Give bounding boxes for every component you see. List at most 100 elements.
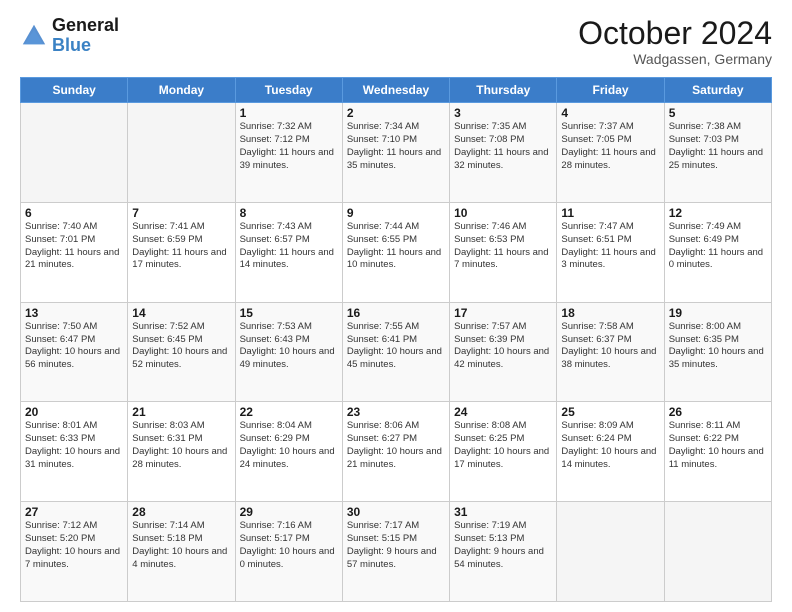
day-info: Sunrise: 7:19 AMSunset: 5:13 PMDaylight:… (454, 520, 552, 571)
day-info: Sunrise: 8:03 AMSunset: 6:31 PMDaylight:… (132, 420, 230, 471)
calendar-cell: 1Sunrise: 7:32 AMSunset: 7:12 PMDaylight… (235, 103, 342, 203)
day-info: Sunrise: 7:41 AMSunset: 6:59 PMDaylight:… (132, 221, 230, 272)
day-number: 26 (669, 405, 767, 419)
calendar-cell: 21Sunrise: 8:03 AMSunset: 6:31 PMDayligh… (128, 402, 235, 502)
day-number: 13 (25, 306, 123, 320)
day-info: Sunrise: 8:11 AMSunset: 6:22 PMDaylight:… (669, 420, 767, 471)
day-number: 4 (561, 106, 659, 120)
day-number: 14 (132, 306, 230, 320)
day-info: Sunrise: 7:12 AMSunset: 5:20 PMDaylight:… (25, 520, 123, 571)
day-info: Sunrise: 7:52 AMSunset: 6:45 PMDaylight:… (132, 321, 230, 372)
calendar-cell: 22Sunrise: 8:04 AMSunset: 6:29 PMDayligh… (235, 402, 342, 502)
day-info: Sunrise: 8:00 AMSunset: 6:35 PMDaylight:… (669, 321, 767, 372)
calendar-cell: 9Sunrise: 7:44 AMSunset: 6:55 PMDaylight… (342, 202, 449, 302)
calendar-cell: 15Sunrise: 7:53 AMSunset: 6:43 PMDayligh… (235, 302, 342, 402)
day-info: Sunrise: 7:58 AMSunset: 6:37 PMDaylight:… (561, 321, 659, 372)
calendar-cell: 3Sunrise: 7:35 AMSunset: 7:08 PMDaylight… (450, 103, 557, 203)
day-number: 3 (454, 106, 552, 120)
calendar-cell: 19Sunrise: 8:00 AMSunset: 6:35 PMDayligh… (664, 302, 771, 402)
calendar-cell (128, 103, 235, 203)
day-info: Sunrise: 7:34 AMSunset: 7:10 PMDaylight:… (347, 121, 445, 172)
day-info: Sunrise: 7:55 AMSunset: 6:41 PMDaylight:… (347, 321, 445, 372)
day-number: 31 (454, 505, 552, 519)
day-info: Sunrise: 7:57 AMSunset: 6:39 PMDaylight:… (454, 321, 552, 372)
logo: General Blue (20, 16, 119, 56)
calendar-cell: 6Sunrise: 7:40 AMSunset: 7:01 PMDaylight… (21, 202, 128, 302)
calendar-cell: 11Sunrise: 7:47 AMSunset: 6:51 PMDayligh… (557, 202, 664, 302)
day-number: 11 (561, 206, 659, 220)
day-info: Sunrise: 8:09 AMSunset: 6:24 PMDaylight:… (561, 420, 659, 471)
day-info: Sunrise: 8:08 AMSunset: 6:25 PMDaylight:… (454, 420, 552, 471)
day-number: 7 (132, 206, 230, 220)
calendar-cell: 10Sunrise: 7:46 AMSunset: 6:53 PMDayligh… (450, 202, 557, 302)
calendar-cell: 24Sunrise: 8:08 AMSunset: 6:25 PMDayligh… (450, 402, 557, 502)
day-number: 25 (561, 405, 659, 419)
day-info: Sunrise: 8:01 AMSunset: 6:33 PMDaylight:… (25, 420, 123, 471)
calendar-cell (21, 103, 128, 203)
header: General Blue October 2024 Wadgassen, Ger… (20, 16, 772, 67)
calendar-cell: 30Sunrise: 7:17 AMSunset: 5:15 PMDayligh… (342, 502, 449, 602)
weekday-header-sunday: Sunday (21, 78, 128, 103)
calendar-cell: 16Sunrise: 7:55 AMSunset: 6:41 PMDayligh… (342, 302, 449, 402)
title-block: October 2024 Wadgassen, Germany (578, 16, 772, 67)
weekday-header-row: SundayMondayTuesdayWednesdayThursdayFrid… (21, 78, 772, 103)
weekday-header-friday: Friday (557, 78, 664, 103)
calendar-cell: 4Sunrise: 7:37 AMSunset: 7:05 PMDaylight… (557, 103, 664, 203)
day-info: Sunrise: 8:04 AMSunset: 6:29 PMDaylight:… (240, 420, 338, 471)
day-number: 1 (240, 106, 338, 120)
logo-general: General (52, 16, 119, 36)
day-info: Sunrise: 8:06 AMSunset: 6:27 PMDaylight:… (347, 420, 445, 471)
calendar-header: SundayMondayTuesdayWednesdayThursdayFrid… (21, 78, 772, 103)
day-number: 22 (240, 405, 338, 419)
day-number: 23 (347, 405, 445, 419)
calendar-cell: 13Sunrise: 7:50 AMSunset: 6:47 PMDayligh… (21, 302, 128, 402)
day-info: Sunrise: 7:17 AMSunset: 5:15 PMDaylight:… (347, 520, 445, 571)
day-number: 12 (669, 206, 767, 220)
month-title: October 2024 (578, 16, 772, 51)
day-info: Sunrise: 7:44 AMSunset: 6:55 PMDaylight:… (347, 221, 445, 272)
calendar-week-row: 6Sunrise: 7:40 AMSunset: 7:01 PMDaylight… (21, 202, 772, 302)
day-info: Sunrise: 7:47 AMSunset: 6:51 PMDaylight:… (561, 221, 659, 272)
calendar-week-row: 13Sunrise: 7:50 AMSunset: 6:47 PMDayligh… (21, 302, 772, 402)
calendar-week-row: 20Sunrise: 8:01 AMSunset: 6:33 PMDayligh… (21, 402, 772, 502)
day-info: Sunrise: 7:40 AMSunset: 7:01 PMDaylight:… (25, 221, 123, 272)
day-info: Sunrise: 7:32 AMSunset: 7:12 PMDaylight:… (240, 121, 338, 172)
day-number: 2 (347, 106, 445, 120)
calendar-cell (557, 502, 664, 602)
calendar-table: SundayMondayTuesdayWednesdayThursdayFrid… (20, 77, 772, 602)
day-number: 30 (347, 505, 445, 519)
weekday-header-tuesday: Tuesday (235, 78, 342, 103)
calendar-cell: 17Sunrise: 7:57 AMSunset: 6:39 PMDayligh… (450, 302, 557, 402)
calendar-cell: 27Sunrise: 7:12 AMSunset: 5:20 PMDayligh… (21, 502, 128, 602)
calendar-cell: 29Sunrise: 7:16 AMSunset: 5:17 PMDayligh… (235, 502, 342, 602)
day-info: Sunrise: 7:16 AMSunset: 5:17 PMDaylight:… (240, 520, 338, 571)
calendar-cell: 28Sunrise: 7:14 AMSunset: 5:18 PMDayligh… (128, 502, 235, 602)
calendar-cell: 12Sunrise: 7:49 AMSunset: 6:49 PMDayligh… (664, 202, 771, 302)
day-number: 27 (25, 505, 123, 519)
calendar-cell: 14Sunrise: 7:52 AMSunset: 6:45 PMDayligh… (128, 302, 235, 402)
day-number: 21 (132, 405, 230, 419)
day-number: 6 (25, 206, 123, 220)
day-number: 28 (132, 505, 230, 519)
day-info: Sunrise: 7:53 AMSunset: 6:43 PMDaylight:… (240, 321, 338, 372)
calendar-cell: 26Sunrise: 8:11 AMSunset: 6:22 PMDayligh… (664, 402, 771, 502)
calendar-cell: 25Sunrise: 8:09 AMSunset: 6:24 PMDayligh… (557, 402, 664, 502)
day-number: 29 (240, 505, 338, 519)
calendar-cell: 23Sunrise: 8:06 AMSunset: 6:27 PMDayligh… (342, 402, 449, 502)
day-number: 16 (347, 306, 445, 320)
calendar-cell (664, 502, 771, 602)
day-number: 18 (561, 306, 659, 320)
weekday-header-thursday: Thursday (450, 78, 557, 103)
calendar-page: General Blue October 2024 Wadgassen, Ger… (0, 0, 792, 612)
day-info: Sunrise: 7:14 AMSunset: 5:18 PMDaylight:… (132, 520, 230, 571)
logo-text: General Blue (52, 16, 119, 56)
day-info: Sunrise: 7:35 AMSunset: 7:08 PMDaylight:… (454, 121, 552, 172)
day-info: Sunrise: 7:46 AMSunset: 6:53 PMDaylight:… (454, 221, 552, 272)
calendar-week-row: 1Sunrise: 7:32 AMSunset: 7:12 PMDaylight… (21, 103, 772, 203)
calendar-cell: 5Sunrise: 7:38 AMSunset: 7:03 PMDaylight… (664, 103, 771, 203)
calendar-body: 1Sunrise: 7:32 AMSunset: 7:12 PMDaylight… (21, 103, 772, 602)
day-number: 15 (240, 306, 338, 320)
calendar-cell: 8Sunrise: 7:43 AMSunset: 6:57 PMDaylight… (235, 202, 342, 302)
weekday-header-saturday: Saturday (664, 78, 771, 103)
logo-blue: Blue (52, 35, 91, 55)
